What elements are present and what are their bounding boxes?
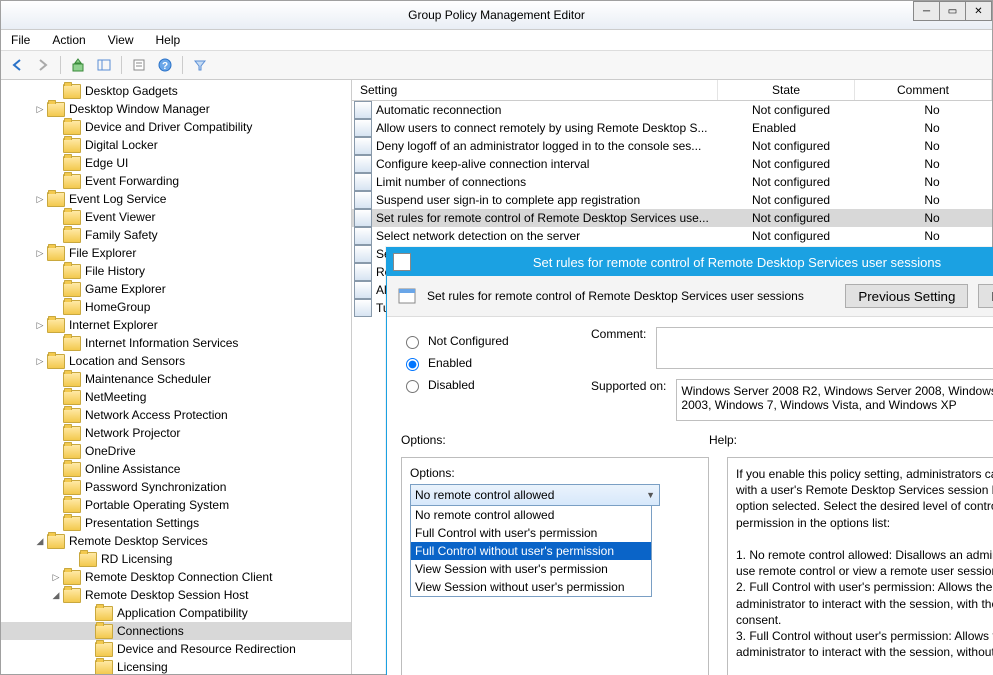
- titlebar: Group Policy Management Editor ─ ▭ ✕: [1, 1, 992, 30]
- help-section-label: Help:: [709, 433, 737, 447]
- tree-node[interactable]: Event Viewer: [1, 208, 351, 226]
- column-state[interactable]: State: [718, 80, 855, 100]
- column-setting[interactable]: Setting: [352, 80, 718, 100]
- previous-setting-button[interactable]: Previous Setting: [845, 284, 968, 308]
- tree-node[interactable]: Online Assistance: [1, 460, 351, 478]
- menu-help[interactable]: Help: [152, 31, 185, 49]
- help-button[interactable]: ?: [153, 53, 177, 77]
- radio-enabled[interactable]: Enabled: [401, 355, 571, 371]
- state-radio-group: Not Configured Enabled Disabled: [401, 327, 571, 421]
- radio-not-configured[interactable]: Not Configured: [401, 333, 571, 349]
- supported-on-label: Supported on:: [591, 379, 666, 393]
- tree-node[interactable]: Licensing: [1, 658, 351, 674]
- forward-button[interactable]: [31, 53, 55, 77]
- setting-row[interactable]: Deny logoff of an administrator logged i…: [352, 137, 992, 155]
- maximize-button[interactable]: ▭: [939, 1, 966, 21]
- comment-label: Comment:: [591, 327, 646, 341]
- tree-panel[interactable]: Desktop Gadgets▷Desktop Window ManagerDe…: [1, 80, 352, 674]
- tree-node[interactable]: ▷Location and Sensors: [1, 352, 351, 370]
- tree-node[interactable]: ◢Remote Desktop Services: [1, 532, 351, 550]
- tree-node[interactable]: ◢Remote Desktop Session Host: [1, 586, 351, 604]
- tree-node[interactable]: Portable Operating System: [1, 496, 351, 514]
- window-title: Group Policy Management Editor: [1, 8, 992, 22]
- tree-node[interactable]: Event Forwarding: [1, 172, 351, 190]
- tree-node[interactable]: Family Safety: [1, 226, 351, 244]
- tree-node[interactable]: ▷Desktop Window Manager: [1, 100, 351, 118]
- supported-on-field: [676, 379, 993, 421]
- tree-node[interactable]: Game Explorer: [1, 280, 351, 298]
- radio-disabled[interactable]: Disabled: [401, 377, 571, 393]
- dialog-header-bar: Set rules for remote control of Remote D…: [387, 276, 993, 317]
- setting-row[interactable]: Set rules for remote control of Remote D…: [352, 209, 992, 227]
- options-dropdown[interactable]: No remote control allowedFull Control wi…: [410, 506, 652, 597]
- policy-dialog: Set rules for remote control of Remote D…: [386, 247, 993, 675]
- dropdown-item[interactable]: Full Control without user's permission: [411, 542, 651, 560]
- tree-node[interactable]: Network Projector: [1, 424, 351, 442]
- filter-button[interactable]: [188, 53, 212, 77]
- tree-node[interactable]: RD Licensing: [1, 550, 351, 568]
- setting-row[interactable]: Configure keep-alive connection interval…: [352, 155, 992, 173]
- chevron-down-icon: ▼: [646, 490, 655, 500]
- setting-row[interactable]: Select network detection on the serverNo…: [352, 227, 992, 245]
- help-pane: If you enable this policy setting, admin…: [727, 457, 993, 675]
- tree-node[interactable]: Desktop Gadgets: [1, 82, 351, 100]
- column-comment[interactable]: Comment: [855, 80, 992, 100]
- options-section-label: Options:: [401, 433, 691, 447]
- dropdown-item[interactable]: No remote control allowed: [411, 506, 651, 524]
- tree-node[interactable]: OneDrive: [1, 442, 351, 460]
- tree-node[interactable]: Device and Driver Compatibility: [1, 118, 351, 136]
- tree-node[interactable]: ▷Remote Desktop Connection Client: [1, 568, 351, 586]
- setting-row[interactable]: Allow users to connect remotely by using…: [352, 119, 992, 137]
- dialog-header-icon: [397, 286, 417, 306]
- options-pane: Options: No remote control allowed ▼ No …: [401, 457, 709, 675]
- help-text: If you enable this policy setting, admin…: [736, 466, 993, 660]
- dropdown-item[interactable]: View Session without user's permission: [411, 578, 651, 596]
- tree-node[interactable]: Internet Information Services: [1, 334, 351, 352]
- svg-text:?: ?: [162, 61, 168, 72]
- back-button[interactable]: [5, 53, 29, 77]
- tree-node[interactable]: Presentation Settings: [1, 514, 351, 532]
- options-field-label: Options:: [410, 466, 700, 480]
- menu-view[interactable]: View: [104, 31, 138, 49]
- dialog-header-label: Set rules for remote control of Remote D…: [427, 289, 835, 303]
- dropdown-item[interactable]: Full Control with user's permission: [411, 524, 651, 542]
- tree-node[interactable]: ▷Event Log Service: [1, 190, 351, 208]
- properties-button[interactable]: [127, 53, 151, 77]
- list-header: Setting State Comment: [352, 80, 992, 101]
- tree-node[interactable]: Password Synchronization: [1, 478, 351, 496]
- menu-file[interactable]: File: [7, 31, 34, 49]
- dialog-titlebar: Set rules for remote control of Remote D…: [387, 248, 993, 276]
- next-setting-button[interactable]: Next Setting: [978, 284, 993, 308]
- tree-node[interactable]: Digital Locker: [1, 136, 351, 154]
- menu-action[interactable]: Action: [48, 31, 89, 49]
- toolbar: ?: [1, 51, 992, 80]
- up-button[interactable]: [66, 53, 90, 77]
- tree-node[interactable]: HomeGroup: [1, 298, 351, 316]
- show-hide-button[interactable]: [92, 53, 116, 77]
- setting-row[interactable]: Automatic reconnectionNot configuredNo: [352, 101, 992, 119]
- tree-node[interactable]: Connections: [1, 622, 351, 640]
- dropdown-item[interactable]: View Session with user's permission: [411, 560, 651, 578]
- tree-node[interactable]: Network Access Protection: [1, 406, 351, 424]
- setting-row[interactable]: Suspend user sign-in to complete app reg…: [352, 191, 992, 209]
- setting-row[interactable]: Limit number of connectionsNot configure…: [352, 173, 992, 191]
- tree-node[interactable]: File History: [1, 262, 351, 280]
- tree-node[interactable]: ▷Internet Explorer: [1, 316, 351, 334]
- tree-node[interactable]: Maintenance Scheduler: [1, 370, 351, 388]
- tree-node[interactable]: ▷File Explorer: [1, 244, 351, 262]
- tree-node[interactable]: Edge UI: [1, 154, 351, 172]
- close-button[interactable]: ✕: [965, 1, 992, 21]
- menubar: File Action View Help: [1, 30, 992, 51]
- options-combo[interactable]: No remote control allowed ▼: [410, 484, 660, 506]
- tree-node[interactable]: Device and Resource Redirection: [1, 640, 351, 658]
- dialog-title: Set rules for remote control of Remote D…: [387, 255, 993, 270]
- tree-node[interactable]: NetMeeting: [1, 388, 351, 406]
- minimize-button[interactable]: ─: [913, 1, 940, 21]
- tree-node[interactable]: Application Compatibility: [1, 604, 351, 622]
- comment-field[interactable]: [656, 327, 993, 369]
